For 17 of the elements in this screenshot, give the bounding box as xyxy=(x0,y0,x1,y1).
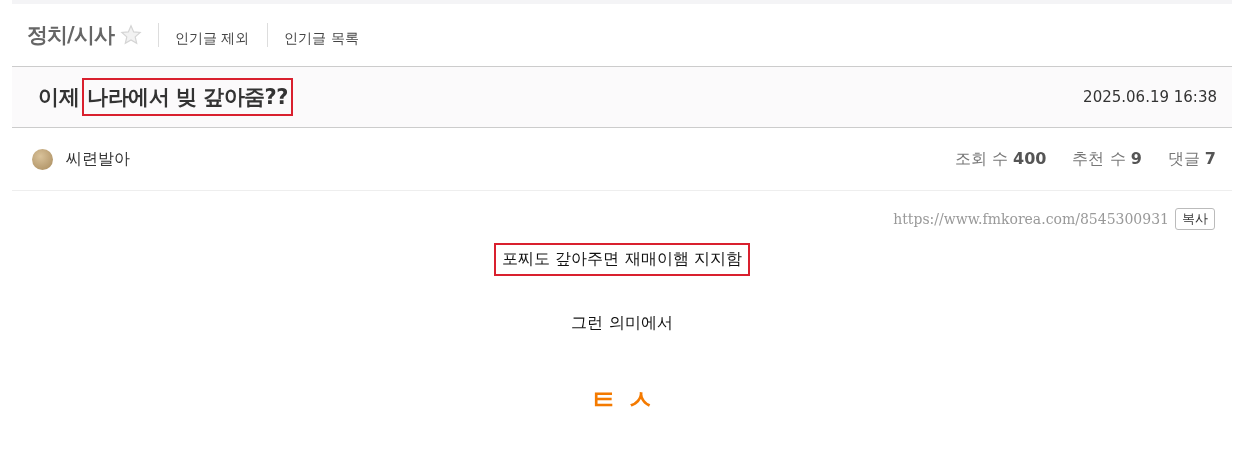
board-title[interactable]: 정치/시사 xyxy=(27,21,114,49)
highlighted-text: 포찌도 갚아주면 재매이햄 지지함 xyxy=(494,243,750,276)
author-name[interactable]: 씨련발아 xyxy=(66,148,130,170)
post-stat: 조회 수 400 xyxy=(954,148,1047,170)
board-link[interactable]: 인기글 목록 xyxy=(284,30,359,48)
avatar-icon xyxy=(32,148,53,170)
post-stat: 댓글 7 xyxy=(1167,148,1216,170)
body-text: 그런 의미에서 xyxy=(571,313,673,334)
board-link[interactable]: 인기글 제외 xyxy=(174,30,250,48)
post-title: 이제 xyxy=(38,84,79,111)
star-icon[interactable] xyxy=(119,24,142,46)
post-stat: 추천 수 9 xyxy=(1072,148,1142,170)
post-url: https://www.fmkorea.com/8545300931 xyxy=(893,211,1169,227)
post-date: 2025.06.19 16:38 xyxy=(1083,88,1217,106)
copy-button[interactable]: 복사 xyxy=(1175,208,1215,230)
body-text: ㅌ ㅅ xyxy=(590,383,654,417)
highlighted-title-text: 나라에서 빚 갚아줌?? xyxy=(82,78,293,116)
